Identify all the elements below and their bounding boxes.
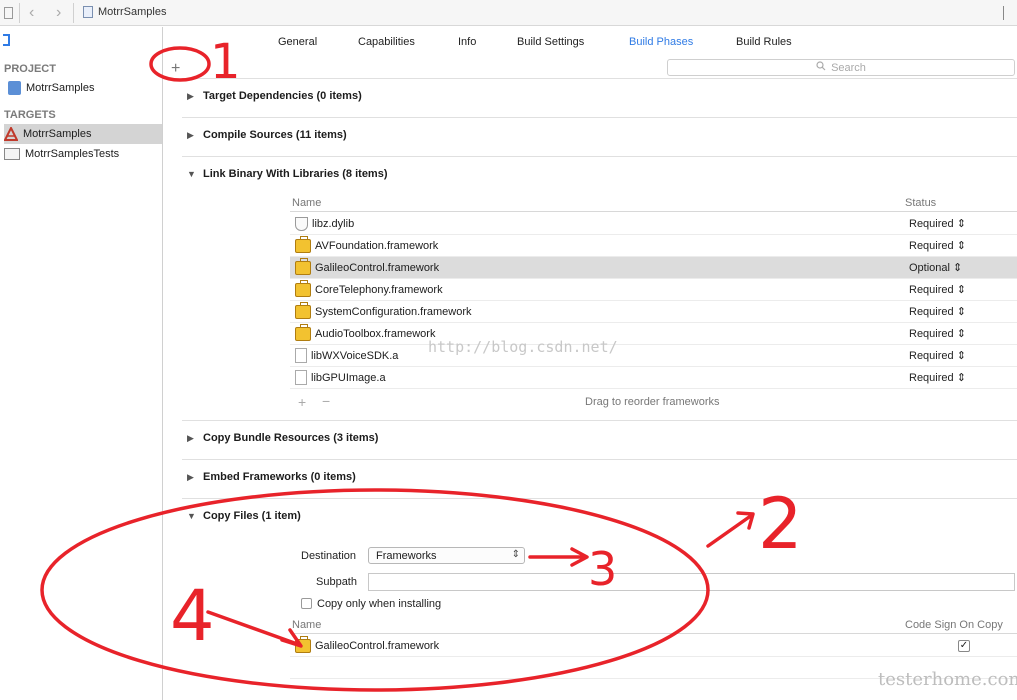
annotation-overlay: 1 2 3 4 xyxy=(40,34,803,692)
annotation-arrow-3 xyxy=(528,547,589,567)
annotation-arrow-2 xyxy=(706,511,755,548)
annotation-number-4: 4 xyxy=(170,575,215,657)
annotation-number-3: 3 xyxy=(588,542,617,596)
annotation-number-2: 2 xyxy=(758,483,803,565)
annotation-arrow-4 xyxy=(206,610,303,648)
annotation-number-1: 1 xyxy=(210,34,241,90)
annotation-circle-1 xyxy=(149,46,211,82)
